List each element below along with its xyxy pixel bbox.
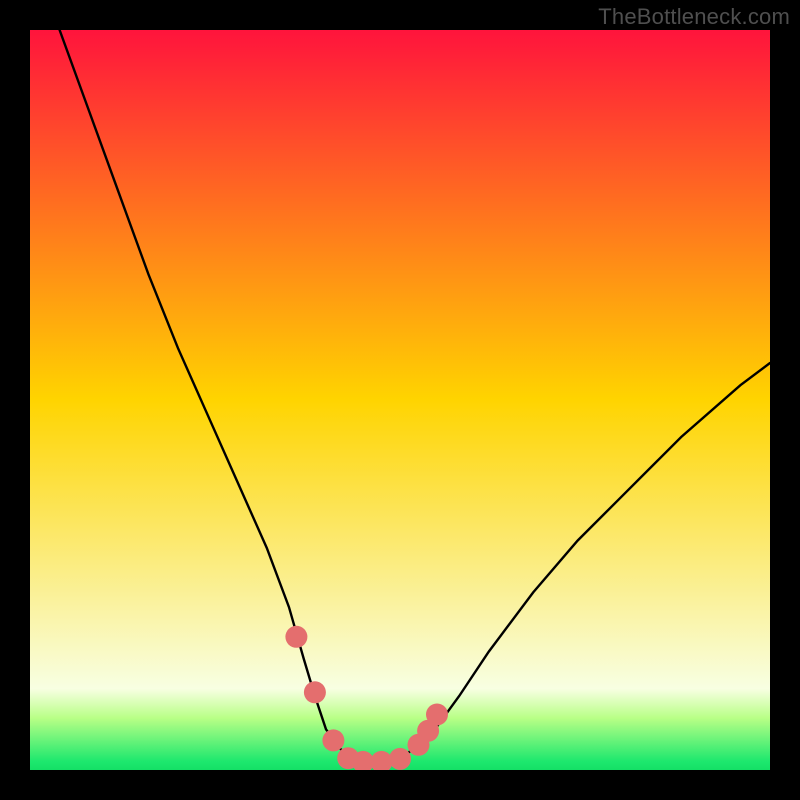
watermark-text: TheBottleneck.com <box>598 4 790 30</box>
chart-frame: TheBottleneck.com <box>0 0 800 800</box>
marker-point <box>426 704 448 726</box>
marker-point <box>322 729 344 751</box>
chart-svg <box>30 30 770 770</box>
marker-point <box>389 748 411 770</box>
chart-background <box>30 30 770 770</box>
marker-point <box>285 626 307 648</box>
plot-area <box>30 30 770 770</box>
marker-point <box>304 681 326 703</box>
